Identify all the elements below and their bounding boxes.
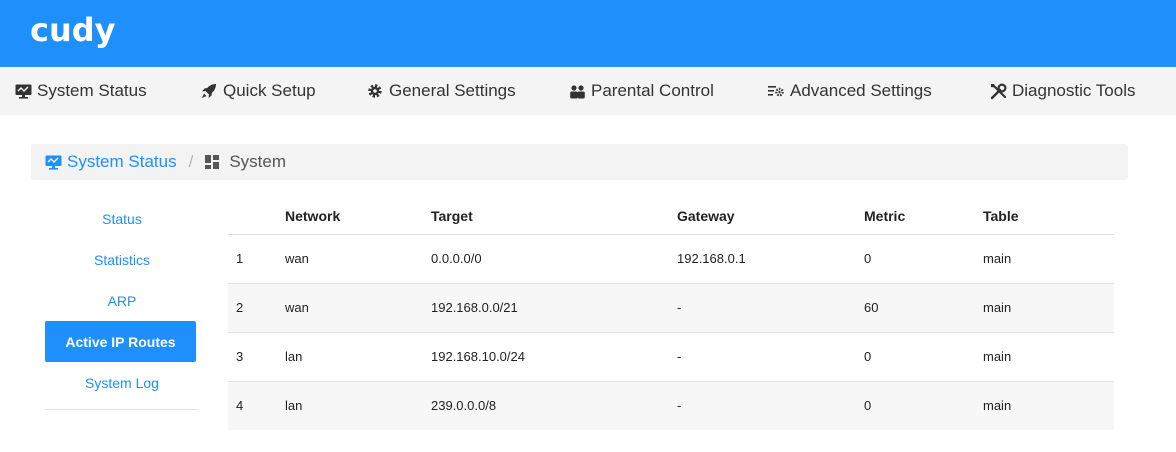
sidebar-item-statistics[interactable]: Statistics: [45, 239, 199, 280]
nav-label: System Status: [37, 81, 147, 100]
sidebar-item-active-ip-routes[interactable]: Active IP Routes: [45, 321, 196, 362]
breadcrumb-current: System: [205, 152, 286, 172]
cell-network: lan: [285, 381, 431, 430]
nav-advanced-settings[interactable]: Advanced Settings: [767, 67, 932, 115]
cell-gateway: -: [677, 283, 864, 333]
monitor-icon: [14, 82, 32, 100]
table-header-row: Network Target Gateway Metric Table: [228, 198, 1114, 235]
cell-table: main: [983, 332, 1114, 382]
main-nav: System Status Quick Setup General Settin…: [0, 67, 1176, 115]
nav-label: Diagnostic Tools: [1012, 81, 1136, 100]
cell-target: 192.168.10.0/24: [431, 332, 677, 382]
nav-parental-control[interactable]: Parental Control: [568, 67, 714, 115]
cell-index: 4: [228, 381, 285, 430]
cell-target: 192.168.0.0/21: [431, 283, 677, 333]
nav-label: Parental Control: [591, 81, 714, 100]
column-header-target: Target: [431, 198, 677, 235]
cell-index: 1: [228, 234, 285, 284]
cell-gateway: 192.168.0.1: [677, 234, 864, 284]
nav-quick-setup[interactable]: Quick Setup: [200, 67, 316, 115]
cell-metric: 60: [864, 283, 983, 333]
nav-label: General Settings: [389, 81, 516, 100]
column-header-table: Table: [983, 198, 1114, 235]
cell-network: wan: [285, 283, 431, 333]
nav-general-settings[interactable]: General Settings: [366, 67, 516, 115]
cell-index: 3: [228, 332, 285, 382]
advanced-settings-icon: [767, 82, 785, 100]
nav-diagnostic-tools[interactable]: Diagnostic Tools: [989, 67, 1135, 115]
cell-table: main: [983, 234, 1114, 284]
cell-index: 2: [228, 283, 285, 333]
column-header-network: Network: [285, 198, 431, 235]
routes-table: Network Target Gateway Metric Table 1 wa…: [228, 198, 1114, 430]
cell-table: main: [983, 283, 1114, 333]
sidebar-item-arp[interactable]: ARP: [45, 280, 199, 321]
cell-gateway: -: [677, 381, 864, 430]
rocket-icon: [200, 82, 218, 100]
column-header-gateway: Gateway: [677, 198, 864, 235]
breadcrumb: System Status / System: [31, 144, 1128, 180]
sidebar-item-system-log[interactable]: System Log: [45, 362, 199, 403]
breadcrumb-parent-label: System Status: [67, 152, 177, 171]
cell-target: 239.0.0.0/8: [431, 381, 677, 430]
cell-gateway: -: [677, 332, 864, 382]
sidebar-menu: Status Statistics ARP Active IP Routes S…: [45, 198, 199, 410]
breadcrumb-system-status[interactable]: System Status: [45, 152, 177, 172]
cell-target: 0.0.0.0/0: [431, 234, 677, 284]
gear-icon: [366, 82, 384, 100]
tools-icon: [989, 82, 1007, 100]
table-row: 2 wan 192.168.0.0/21 - 60 main: [228, 283, 1114, 333]
table-row: 4 lan 239.0.0.0/8 - 0 main: [228, 381, 1114, 430]
header-bar: cudy: [0, 0, 1176, 67]
table-row: 1 wan 0.0.0.0/0 192.168.0.1 0 main: [228, 234, 1114, 284]
breadcrumb-separator: /: [188, 152, 194, 171]
table-row: 3 lan 192.168.10.0/24 - 0 main: [228, 332, 1114, 382]
cell-metric: 0: [864, 381, 983, 430]
dashboard-icon: [205, 155, 220, 169]
nav-system-status[interactable]: System Status: [14, 67, 147, 115]
monitor-icon: [45, 155, 62, 170]
cudy-logo[interactable]: cudy: [30, 11, 116, 49]
cell-network: wan: [285, 234, 431, 284]
column-header-index: [228, 198, 285, 235]
cell-network: lan: [285, 332, 431, 382]
cell-metric: 0: [864, 332, 983, 382]
nav-label: Advanced Settings: [790, 81, 932, 100]
cell-metric: 0: [864, 234, 983, 284]
nav-label: Quick Setup: [223, 81, 316, 100]
sidebar-item-status[interactable]: Status: [45, 198, 199, 239]
column-header-metric: Metric: [864, 198, 983, 235]
users-icon: [568, 82, 586, 100]
cell-table: main: [983, 381, 1114, 430]
breadcrumb-current-label: System: [229, 152, 287, 171]
